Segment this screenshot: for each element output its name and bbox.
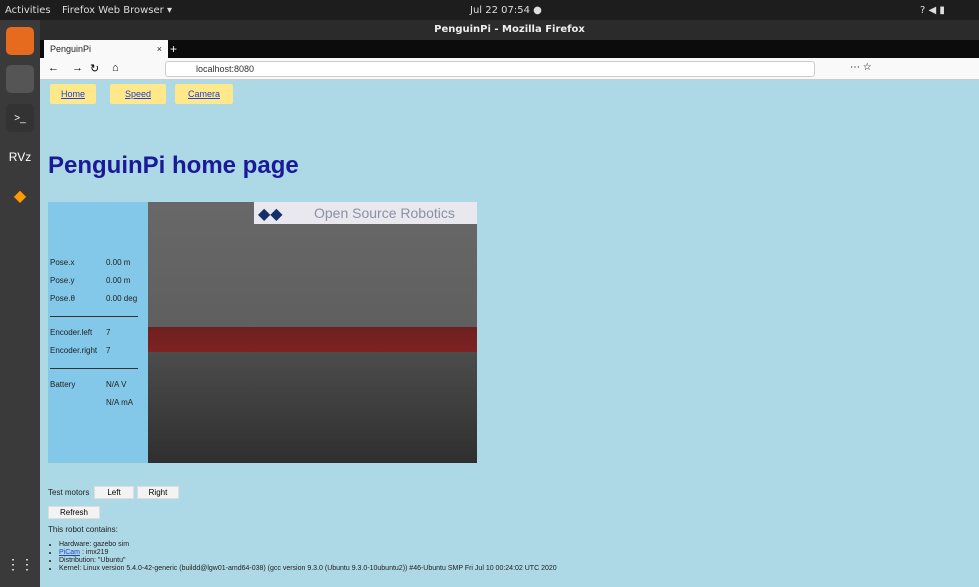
logo-chevron-icon: ◆◆ bbox=[258, 206, 283, 223]
show-apps-icon[interactable]: ⋮⋮ bbox=[6, 550, 34, 578]
refresh-button[interactable]: Refresh bbox=[48, 506, 100, 519]
window-title: PenguinPi - Mozilla Firefox bbox=[40, 20, 979, 40]
encoder-right-label: Encoder.right bbox=[50, 346, 98, 355]
picam-item: PiCam : imx219 bbox=[59, 549, 557, 557]
battery-current: N/A mA bbox=[106, 398, 134, 407]
rviz-icon[interactable]: RVz bbox=[6, 143, 34, 171]
pose-theta-value: 0.00 deg bbox=[106, 294, 138, 303]
app-menu[interactable]: Firefox Web Browser ▾ bbox=[62, 5, 172, 16]
firefox-icon[interactable] bbox=[6, 27, 34, 55]
camera-banner: ◆◆ Open Source Robotics bbox=[254, 202, 477, 224]
robot-info-list: Hardware: gazebo sim PiCam : imx219 Dist… bbox=[59, 541, 557, 573]
picam-value: : imx219 bbox=[81, 549, 109, 556]
encoder-left-label: Encoder.left bbox=[50, 328, 93, 337]
firefox-window: PenguinPi - Mozilla Firefox PenguinPi × … bbox=[40, 20, 979, 587]
url-bar[interactable]: localhost:8080 bbox=[165, 61, 815, 77]
motor-right-button[interactable]: Right bbox=[137, 486, 179, 499]
status-panel: Pose.x 0.00 m Pose.y 0.00 m Pose.θ 0.00 … bbox=[48, 202, 148, 463]
pose-y-label: Pose.y bbox=[50, 276, 75, 285]
page-content: Home Speed Camera PenguinPi home page Po… bbox=[40, 80, 979, 587]
forward-icon[interactable]: → bbox=[72, 62, 83, 74]
reload-icon[interactable]: ↻ bbox=[90, 62, 99, 75]
terminal-icon[interactable]: >_ bbox=[6, 104, 34, 132]
system-status-icons[interactable]: ? ◀ ▮ bbox=[920, 5, 945, 16]
toolbar-icons[interactable]: ⋯ ☆ bbox=[850, 62, 872, 73]
motor-left-button[interactable]: Left bbox=[94, 486, 134, 499]
divider bbox=[50, 316, 138, 317]
robot-info-heading: This robot contains: bbox=[48, 525, 118, 534]
camera-feed: ◆◆ Open Source Robotics bbox=[148, 202, 477, 463]
pose-x-label: Pose.x bbox=[50, 258, 75, 267]
orange-app-icon[interactable]: ◆ bbox=[6, 182, 34, 210]
nav-bar: ← → ↻ ⌂ localhost:8080 ⋯ ☆ bbox=[40, 58, 979, 80]
hardware-item: Hardware: gazebo sim bbox=[59, 541, 557, 549]
pose-y-value: 0.00 m bbox=[106, 276, 131, 285]
files-icon[interactable] bbox=[6, 65, 34, 93]
tab-title: PenguinPi bbox=[50, 44, 92, 54]
page-title: PenguinPi home page bbox=[48, 152, 299, 179]
tab-penguinpi[interactable]: PenguinPi × bbox=[44, 40, 168, 58]
tab-bar: PenguinPi × + bbox=[40, 40, 979, 58]
picam-link[interactable]: PiCam bbox=[59, 549, 80, 556]
battery-label: Battery bbox=[50, 380, 76, 389]
new-tab-icon[interactable]: + bbox=[170, 42, 177, 56]
system-topbar: Activities Firefox Web Browser ▾ Jul 22 … bbox=[0, 0, 979, 20]
battery-voltage: N/A V bbox=[106, 380, 127, 389]
kernel-item: Kernel: Linux version 5.4.0-42-generic (… bbox=[59, 565, 557, 573]
pose-x-value: 0.00 m bbox=[106, 258, 131, 267]
encoder-right-value: 7 bbox=[106, 346, 111, 355]
activities-button[interactable]: Activities bbox=[5, 5, 51, 16]
dock: >_ RVz ◆ ⋮⋮ bbox=[0, 20, 40, 587]
distribution-item: Distribution: "Ubuntu" bbox=[59, 557, 557, 565]
divider bbox=[50, 368, 138, 369]
test-motors-label: Test motors bbox=[48, 488, 90, 497]
encoder-left-value: 7 bbox=[106, 328, 111, 337]
pose-theta-label: Pose.θ bbox=[50, 294, 75, 303]
back-icon[interactable]: ← bbox=[48, 62, 59, 74]
home-icon[interactable]: ⌂ bbox=[112, 62, 119, 74]
speed-link[interactable]: Speed bbox=[110, 84, 166, 104]
banner-text: Open Source Robotics bbox=[314, 205, 455, 221]
close-tab-icon[interactable]: × bbox=[157, 44, 162, 54]
home-link[interactable]: Home bbox=[50, 84, 96, 104]
clock[interactable]: Jul 22 07:54 ● bbox=[470, 5, 542, 16]
camera-link[interactable]: Camera bbox=[175, 84, 233, 104]
